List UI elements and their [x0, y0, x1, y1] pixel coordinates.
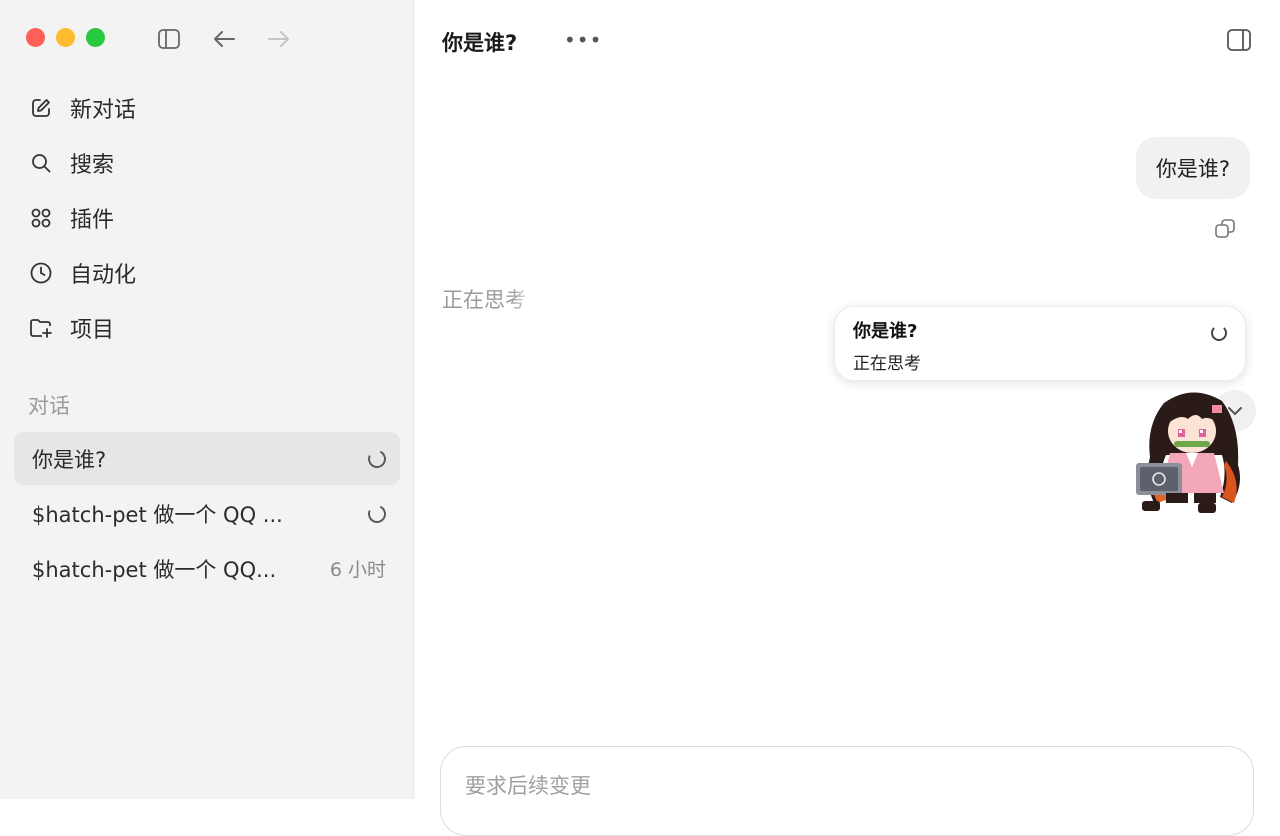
clock-icon — [28, 260, 54, 286]
user-message-text: 你是谁? — [1155, 157, 1230, 181]
chat-title: 你是谁? — [442, 31, 518, 55]
conversations-section-label: 对话 — [28, 394, 70, 418]
loading-spinner-icon — [1211, 325, 1227, 341]
nav-label: 项目 — [70, 317, 115, 343]
nav-label: 插件 — [70, 207, 115, 233]
window-controls — [26, 28, 105, 47]
conversation-item[interactable]: $hatch-pet 做一个 QQ... 6 小时 — [14, 542, 400, 595]
grid-icon — [28, 205, 54, 231]
message-composer[interactable] — [440, 746, 1254, 836]
conversation-timestamp: 6 小时 — [329, 559, 386, 581]
nav-projects[interactable]: 项目 — [14, 300, 400, 355]
loading-spinner-icon — [365, 501, 389, 526]
thinking-status: 正在思考 — [442, 284, 540, 314]
follow-up-input[interactable] — [463, 773, 1223, 799]
nav-label: 搜索 — [70, 152, 115, 178]
forward-arrow-icon[interactable] — [266, 26, 292, 52]
minimize-window-button[interactable] — [56, 28, 75, 47]
task-notification-card[interactable]: 你是谁? 正在思考 — [834, 306, 1246, 381]
sidebar-nav: 新对话 搜索 插件 自动化 项目 — [14, 80, 400, 355]
nav-search[interactable]: 搜索 — [14, 135, 400, 190]
sidebar: 新对话 搜索 插件 自动化 项目 对话 你是谁? $hatch-pet 做一个 … — [0, 0, 414, 799]
conversation-item[interactable]: $hatch-pet 做一个 QQ ... — [14, 487, 400, 540]
conversation-title: $hatch-pet 做一个 QQ... — [32, 557, 277, 582]
nav-automation[interactable]: 自动化 — [14, 245, 400, 300]
nav-label: 新对话 — [70, 97, 137, 123]
copy-icon[interactable] — [1214, 218, 1236, 244]
close-window-button[interactable] — [26, 28, 45, 47]
conversation-list: 你是谁? $hatch-pet 做一个 QQ ... $hatch-pet 做一… — [14, 432, 400, 597]
chat-area: 你是谁? ••• 你是谁? 正在思考 你是谁? 正在思考 — [414, 0, 1280, 836]
back-arrow-icon[interactable] — [211, 26, 237, 52]
conversation-title: $hatch-pet 做一个 QQ ... — [32, 502, 283, 527]
user-message-bubble: 你是谁? — [1135, 137, 1250, 199]
zoom-window-button[interactable] — [86, 28, 105, 47]
side-panel-toggle-icon[interactable] — [1226, 28, 1252, 56]
compose-icon — [28, 95, 54, 121]
search-icon — [28, 150, 54, 176]
loading-spinner-icon — [365, 446, 389, 471]
pet-mascot-icon[interactable] — [1136, 385, 1248, 515]
nav-label: 自动化 — [70, 262, 137, 288]
nav-plugins[interactable]: 插件 — [14, 190, 400, 245]
nav-new-chat[interactable]: 新对话 — [14, 80, 400, 135]
conversation-item[interactable]: 你是谁? — [14, 432, 400, 485]
conversation-title: 你是谁? — [32, 447, 107, 472]
sidebar-toggle-icon[interactable] — [156, 26, 182, 52]
more-options-icon[interactable]: ••• — [564, 28, 602, 52]
folder-add-icon — [28, 315, 54, 341]
notification-title: 你是谁? — [853, 321, 918, 342]
notification-subtitle: 正在思考 — [853, 354, 921, 374]
